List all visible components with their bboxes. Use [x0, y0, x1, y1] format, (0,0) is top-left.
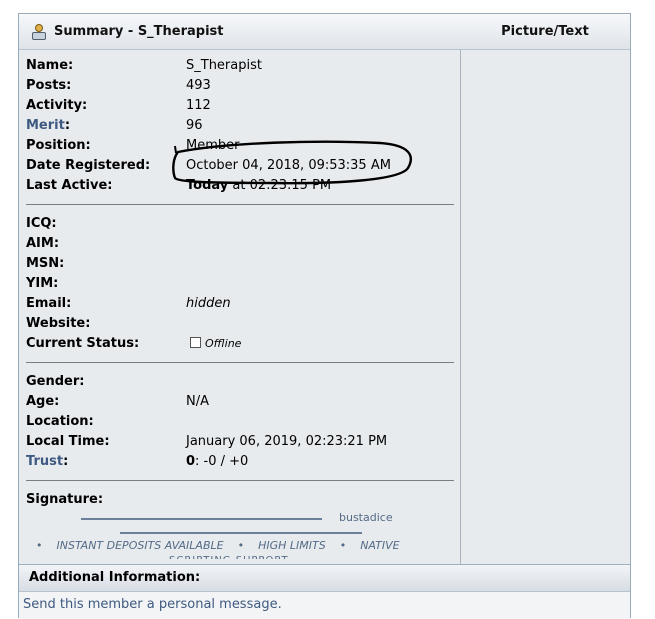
msn-row: MSN:	[26, 254, 454, 274]
picture-column: Picture/Text	[460, 14, 630, 564]
signature-label: Signature:	[26, 492, 104, 507]
location-row: Location:	[26, 412, 454, 432]
summary-column: Summary - S_Therapist Name: S_Therapist …	[19, 14, 461, 564]
email-value: hidden	[186, 296, 231, 311]
current-status-label: Current Status:	[26, 336, 140, 351]
summary-header: Summary - S_Therapist	[19, 14, 460, 50]
posts-row: Posts: 493	[26, 76, 454, 96]
position-value: Member	[186, 138, 240, 153]
divider	[26, 480, 454, 481]
aim-row: AIM:	[26, 234, 454, 254]
trust-colon: :	[63, 454, 69, 469]
posts-label: Posts:	[26, 78, 72, 93]
msn-label: MSN:	[26, 256, 65, 271]
activity-value: 112	[186, 98, 211, 113]
age-value: N/A	[186, 394, 209, 409]
current-status-value: Offline	[205, 337, 242, 350]
yim-label: YIM:	[26, 276, 59, 291]
last-active-row: Last Active: Today at 02:23:15 PM	[26, 176, 454, 196]
signature-rule	[81, 518, 322, 520]
summary-title: Summary - S_Therapist	[54, 24, 224, 39]
signature-cut-text: SCRIPTING SUPPORT	[169, 554, 309, 559]
name-label: Name:	[26, 58, 74, 73]
local-time-row: Local Time: January 06, 2019, 02:23:21 P…	[26, 432, 454, 452]
divider	[26, 362, 454, 363]
trust-score: 0	[186, 454, 196, 469]
icq-row: ICQ:	[26, 214, 454, 234]
gender-row: Gender:	[26, 372, 454, 392]
aim-label: AIM:	[26, 236, 60, 251]
signature-features[interactable]: • INSTANT DEPOSITS AVAILABLE • HIGH LIMITS •…	[26, 539, 454, 555]
posts-value: 493	[186, 78, 211, 93]
position-label: Position:	[26, 138, 91, 153]
activity-row: Activity: 112	[26, 96, 454, 116]
date-registered-label: Date Registered:	[26, 158, 151, 173]
yim-row: YIM:	[26, 274, 454, 294]
merit-value: 96	[186, 118, 203, 133]
website-row: Website:	[26, 314, 454, 334]
name-value: S_Therapist	[186, 58, 262, 73]
merit-colon: :	[64, 118, 71, 133]
divider	[26, 204, 454, 205]
trust-row: Trust: 0: -0 / +0	[26, 452, 454, 472]
gender-label: Gender:	[26, 374, 85, 389]
email-row: Email: hidden	[26, 294, 454, 314]
profile-summary-frame: Summary - S_Therapist Name: S_Therapist …	[18, 13, 631, 619]
signature-rule	[120, 532, 362, 534]
last-active-day: Today	[186, 178, 229, 193]
icq-label: ICQ:	[26, 216, 57, 231]
merit-row: Merit: 96	[26, 116, 454, 136]
name-row: Name: S_Therapist	[26, 56, 454, 76]
location-label: Location:	[26, 414, 94, 429]
current-status-row: Current Status: Offline	[26, 334, 454, 354]
additional-info-header: Additional Information:	[19, 564, 630, 592]
email-label: Email:	[26, 296, 72, 311]
profile-icon	[31, 23, 47, 40]
date-registered-row: Date Registered: October 04, 2018, 09:53…	[26, 156, 454, 176]
signature-feature: NATIVE	[360, 539, 400, 552]
trust-detail: : -0 / +0	[195, 454, 249, 469]
signature-feature: INSTANT DEPOSITS AVAILABLE	[56, 539, 224, 552]
picture-header: Picture/Text	[460, 14, 630, 50]
send-pm-link[interactable]: Send this member a personal message.	[23, 597, 282, 612]
position-row: Position: Member	[26, 136, 454, 156]
signature-row: Signature:	[26, 490, 454, 510]
signature-feature: HIGH LIMITS	[258, 539, 326, 552]
activity-label: Activity:	[26, 98, 88, 113]
offline-status-icon	[190, 337, 201, 348]
local-time-label: Local Time:	[26, 434, 110, 449]
last-active-time: at 02:23:15 PM	[228, 178, 332, 193]
merit-link[interactable]: Merit	[26, 118, 65, 133]
signature-brand-link[interactable]: bustadice	[339, 511, 393, 524]
trust-link[interactable]: Trust	[26, 454, 63, 469]
age-row: Age: N/A	[26, 392, 454, 412]
last-active-label: Last Active:	[26, 178, 113, 193]
local-time-value: January 06, 2019, 02:23:21 PM	[186, 434, 388, 449]
age-label: Age:	[26, 394, 60, 409]
pm-row: Send this member a personal message.	[19, 592, 630, 619]
website-label: Website:	[26, 316, 91, 331]
date-registered-value: October 04, 2018, 09:53:35 AM	[186, 158, 391, 173]
